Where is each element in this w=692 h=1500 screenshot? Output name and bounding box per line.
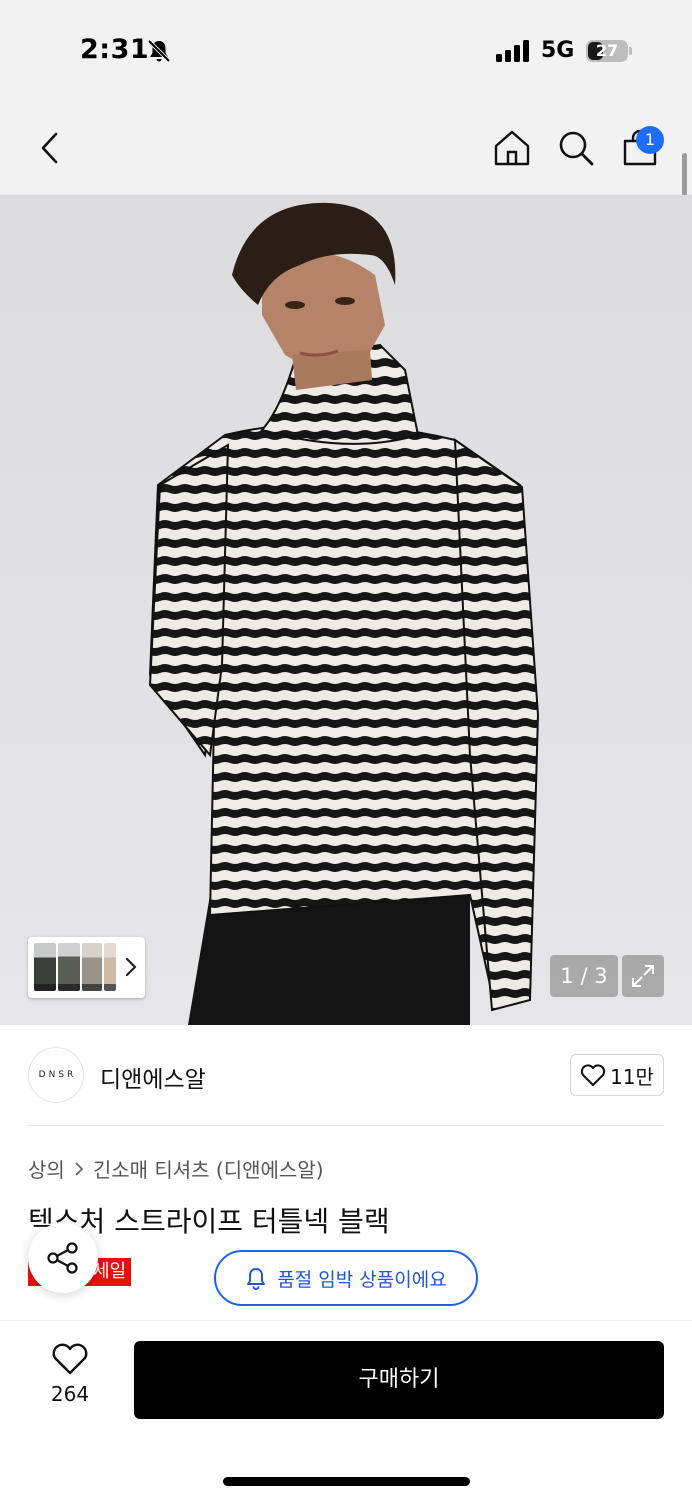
page-counter: 1 / 3 bbox=[550, 955, 618, 997]
network-type: 5G bbox=[541, 38, 575, 63]
soldout-notice: 품절 임박 상품이에요 bbox=[214, 1250, 478, 1306]
status-bar: 2:31 5G 27 bbox=[0, 0, 692, 100]
product-photo bbox=[148, 202, 540, 1025]
heart-icon bbox=[52, 1343, 88, 1375]
buy-button[interactable]: 구매하기 bbox=[134, 1341, 664, 1419]
app-header bbox=[0, 100, 692, 195]
share-icon bbox=[47, 1242, 78, 1274]
cart-badge: 1 bbox=[636, 126, 664, 154]
signal-icon bbox=[496, 40, 529, 62]
thumbnail[interactable] bbox=[58, 943, 80, 991]
product-image[interactable] bbox=[0, 195, 692, 1025]
home-button[interactable] bbox=[492, 128, 532, 168]
chevron-right-icon bbox=[75, 1161, 84, 1176]
breadcrumb: 상의 긴소매 티셔츠 (디앤에스알) bbox=[28, 1154, 324, 1183]
expand-icon bbox=[632, 965, 654, 987]
search-icon bbox=[559, 131, 594, 166]
back-icon bbox=[41, 132, 58, 164]
share-button[interactable] bbox=[28, 1223, 98, 1293]
breadcrumb-category[interactable]: 상의 bbox=[28, 1154, 65, 1183]
breadcrumb-subcategory[interactable]: 긴소매 티셔츠 (디앤에스알) bbox=[93, 1154, 324, 1183]
status-time: 2:31 bbox=[80, 34, 150, 65]
thumbnail[interactable] bbox=[104, 943, 116, 991]
home-indicator[interactable] bbox=[223, 1477, 470, 1486]
soldout-text: 품절 임박 상품이에요 bbox=[277, 1268, 447, 1291]
wishlist-button[interactable]: 264 bbox=[30, 1342, 110, 1422]
home-icon bbox=[494, 130, 530, 166]
bell-slash-icon bbox=[147, 39, 171, 63]
heart-icon bbox=[580, 1064, 606, 1086]
search-button[interactable] bbox=[556, 128, 596, 168]
thumbnail[interactable] bbox=[82, 943, 102, 991]
brand-name[interactable]: 디앤에스알 bbox=[100, 1060, 206, 1094]
back-button[interactable] bbox=[30, 128, 70, 168]
thumbnail-strip[interactable] bbox=[28, 937, 145, 998]
battery-level: 27 bbox=[595, 41, 619, 60]
brand-like-count: 11만 bbox=[610, 1064, 654, 1089]
brand-logo[interactable]: DNSR bbox=[28, 1047, 84, 1103]
thumbnail[interactable] bbox=[34, 943, 56, 991]
wishlist-count: 264 bbox=[50, 1382, 90, 1406]
chevron-right-icon[interactable] bbox=[124, 955, 138, 979]
bell-icon bbox=[247, 1268, 266, 1290]
brand-like-button[interactable]: 11만 bbox=[570, 1054, 664, 1096]
divider bbox=[28, 1125, 664, 1126]
battery-icon: 27 bbox=[586, 40, 632, 62]
expand-button[interactable] bbox=[622, 955, 664, 997]
